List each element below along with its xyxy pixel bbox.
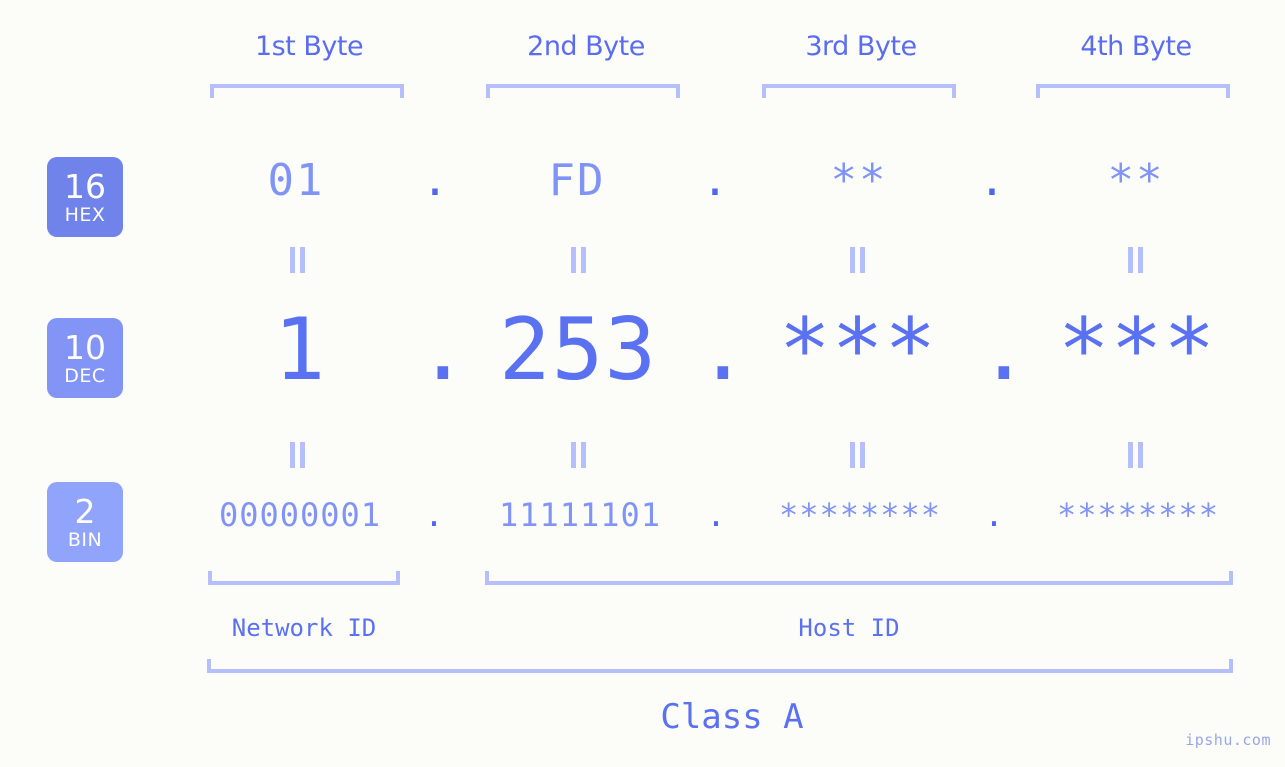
network-id-bracket	[208, 571, 400, 585]
ip-address-byte-diagram: 1st Byte 2nd Byte 3rd Byte 4th Byte 16 H…	[0, 0, 1285, 767]
equals-marker-dec-bin-2	[566, 442, 590, 468]
radix-badge-bin-name: BIN	[67, 528, 103, 551]
equals-marker-hex-dec-3	[845, 247, 869, 273]
host-id-label: Host ID	[798, 614, 900, 642]
radix-badge-bin[interactable]: 2 BIN	[47, 482, 123, 562]
class-bracket	[207, 659, 1233, 673]
dec-byte-1: 1	[273, 300, 327, 400]
byte-bracket-top-2	[486, 84, 680, 98]
hex-byte-1: 01	[267, 155, 325, 206]
bin-byte-1: 00000001	[218, 496, 382, 534]
dec-byte-2: 253	[498, 300, 658, 400]
hex-byte-4: **	[1107, 155, 1165, 206]
byte-bracket-top-1	[210, 84, 404, 98]
hex-byte-2: FD	[548, 155, 606, 206]
dec-separator-3: .	[978, 300, 1030, 400]
radix-badge-hex[interactable]: 16 HEX	[47, 157, 123, 237]
byte-header-2: 2nd Byte	[527, 31, 645, 62]
equals-marker-dec-bin-4	[1123, 442, 1147, 468]
equals-marker-hex-dec-1	[285, 247, 309, 273]
hex-byte-3: **	[830, 155, 888, 206]
bin-separator-2: .	[706, 496, 726, 534]
equals-marker-dec-bin-1	[285, 442, 309, 468]
host-id-bracket	[485, 571, 1233, 585]
radix-badge-hex-name: HEX	[64, 203, 106, 226]
hex-separator-3: .	[978, 155, 1006, 206]
site-watermark: ipshu.com	[1185, 731, 1271, 749]
equals-marker-dec-bin-3	[845, 442, 869, 468]
bin-byte-3: ********	[778, 496, 942, 534]
radix-badge-hex-number: 16	[64, 166, 106, 206]
byte-header-3: 3rd Byte	[805, 31, 917, 62]
bin-byte-4: ********	[1056, 496, 1220, 534]
dec-separator-1: .	[417, 300, 469, 400]
byte-bracket-top-4	[1036, 84, 1230, 98]
radix-badge-dec-name: DEC	[64, 364, 106, 387]
dec-separator-2: .	[697, 300, 749, 400]
byte-bracket-top-3	[762, 84, 956, 98]
hex-separator-1: .	[421, 155, 449, 206]
radix-badge-dec-number: 10	[64, 327, 106, 367]
dec-byte-4: ***	[1057, 300, 1217, 400]
byte-header-4: 4th Byte	[1080, 31, 1192, 62]
class-label: Class A	[660, 697, 804, 737]
dec-byte-3: ***	[778, 300, 938, 400]
bin-separator-1: .	[424, 496, 444, 534]
radix-badge-bin-number: 2	[74, 491, 96, 531]
network-id-label: Network ID	[231, 614, 377, 642]
bin-separator-3: .	[984, 496, 1004, 534]
hex-separator-2: .	[701, 155, 729, 206]
byte-header-1: 1st Byte	[254, 31, 364, 62]
bin-byte-2: 11111101	[498, 496, 662, 534]
equals-marker-hex-dec-4	[1123, 247, 1147, 273]
radix-badge-dec[interactable]: 10 DEC	[47, 318, 123, 398]
equals-marker-hex-dec-2	[566, 247, 590, 273]
